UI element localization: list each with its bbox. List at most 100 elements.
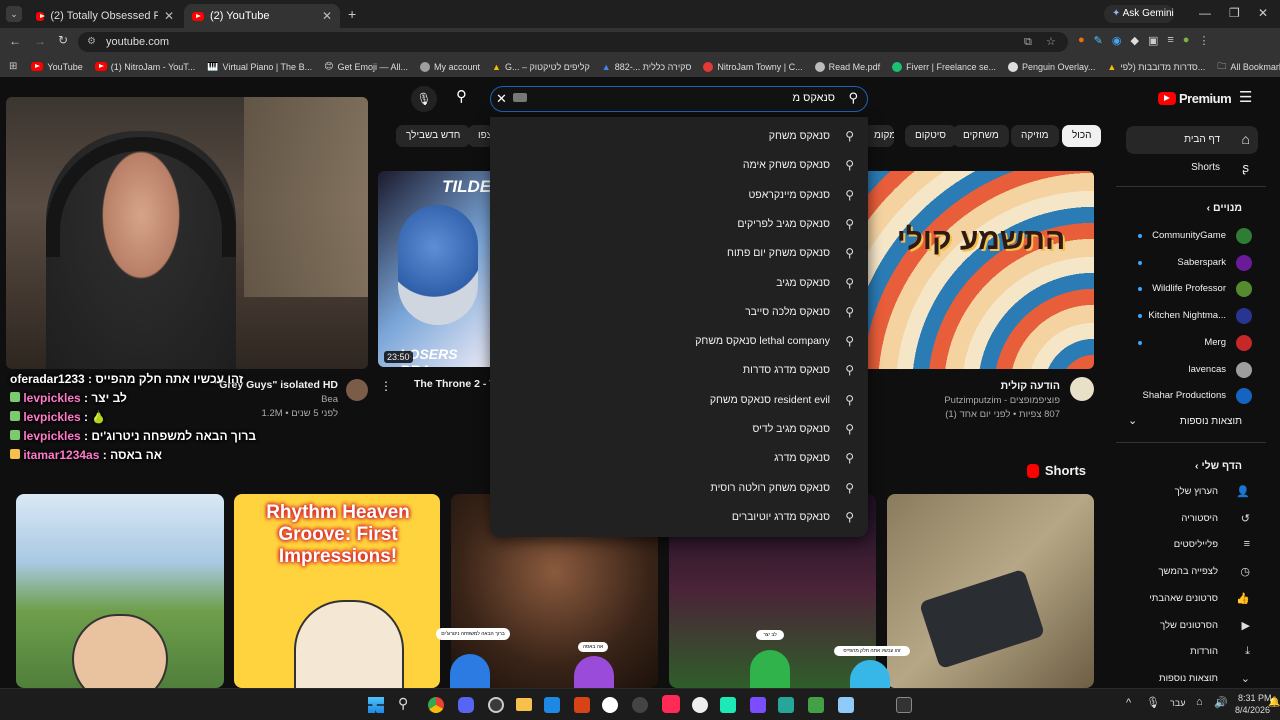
app-taskbar-icon[interactable]: [574, 697, 590, 713]
search-button[interactable]: ⚲: [456, 87, 467, 105]
search-suggestion[interactable]: סנאקס משחק אימה ⚲: [490, 154, 868, 180]
extension-diamond-icon[interactable]: ◆: [1130, 34, 1138, 47]
back-icon[interactable]: ←: [9, 34, 21, 48]
chip-sitcom[interactable]: סיטקום: [905, 125, 956, 147]
app-taskbar-icon[interactable]: [838, 697, 854, 713]
guide-item-home[interactable]: ⌂ דף הבית: [1126, 126, 1258, 154]
bookmark-overview[interactable]: ▲ 882-... סקירה כללית: [602, 62, 692, 72]
you-item[interactable]: הורדות ⤓: [1126, 642, 1258, 664]
subscription-item[interactable]: Saberspark: [1126, 253, 1258, 275]
bookmark-my-account[interactable]: My account: [420, 61, 480, 72]
app-taskbar-icon[interactable]: [720, 697, 736, 713]
extension-orange-icon[interactable]: ●: [1078, 34, 1085, 47]
subscriptions-header[interactable]: מנויים ›: [1207, 202, 1242, 214]
app-taskbar-icon[interactable]: [692, 697, 708, 713]
you-item[interactable]: היסטוריה ↺: [1126, 509, 1258, 531]
bookmark-get-emoji[interactable]: 😊 Get Emoji — All...: [324, 61, 408, 72]
address-bar[interactable]: ⚙ youtube.com ⧉ ☆: [78, 32, 1068, 52]
search-suggestion[interactable]: סנאקס משחק ⚲: [490, 125, 868, 151]
search-suggestion[interactable]: סנאקס מגיב ⚲: [490, 272, 868, 298]
bookmark-youtube[interactable]: YouTube: [31, 62, 83, 72]
bookmark-penguin[interactable]: Penguin Overlay...: [1008, 61, 1095, 72]
bookmark-series[interactable]: ▲ סדרות מדובבות (לפי...: [1107, 62, 1205, 72]
you-item[interactable]: סרטונים שאהבתי 👍: [1126, 589, 1258, 611]
search-suggestion[interactable]: סנאקס מדרג יוטיוברים ⚲: [490, 506, 868, 532]
search-suggestion[interactable]: סנאקס מגיב לדיס ⚲: [490, 418, 868, 444]
tab-pacman[interactable]: (2) Totally Obsessed Pac-Man - ✕: [28, 4, 182, 28]
tab-search-button[interactable]: ⌄: [6, 6, 22, 22]
voice-search-button[interactable]: 🎙: [411, 86, 437, 112]
tray-chevron-icon[interactable]: ^: [1126, 697, 1131, 709]
app-taskbar-icon[interactable]: [602, 697, 618, 713]
search-suggestion[interactable]: סנאקס מדרג ⚲: [490, 447, 868, 473]
you-header[interactable]: הדף שלי ›: [1195, 460, 1242, 472]
show-more-subs[interactable]: תוצאות נוספות: [1180, 416, 1242, 427]
close-tab-icon[interactable]: ✕: [164, 9, 174, 23]
app-taskbar-icon[interactable]: [750, 697, 766, 713]
search-suggestion[interactable]: סנאקס משחק יום פתוח ⚲: [490, 242, 868, 268]
install-icon[interactable]: ⧉: [1024, 32, 1032, 52]
you-item[interactable]: הסרטונים שלך ▶: [1126, 616, 1258, 638]
short-card[interactable]: [16, 494, 224, 688]
guide-menu-icon[interactable]: ☰: [1239, 88, 1252, 106]
subscription-item[interactable]: Shahar Productions: [1126, 386, 1258, 408]
video-card[interactable]: התשמע קולי הודעה קולית פוציפמופצים - Put…: [868, 171, 1096, 421]
clear-search-icon[interactable]: ✕: [496, 91, 507, 107]
apps-grid-icon[interactable]: ⊞: [9, 61, 17, 72]
search-box[interactable]: ✕ סנאקס מ ⚲: [490, 86, 868, 112]
bookmark-fiverr[interactable]: Fiverr | Freelance se...: [892, 61, 996, 72]
youtube-premium-logo[interactable]: Premium: [1158, 91, 1232, 106]
discord-taskbar-icon[interactable]: [458, 697, 474, 713]
you-item[interactable]: הערוץ שלך 👤: [1126, 482, 1258, 504]
subscription-item[interactable]: Merg: [1126, 333, 1258, 355]
search-suggestion[interactable]: סנאקס מדרג סדרות ⚲: [490, 359, 868, 385]
app-taskbar-icon[interactable]: [632, 697, 648, 713]
bookmark-readme[interactable]: Read Me.pdf: [814, 61, 880, 72]
bookmark-star-icon[interactable]: ☆: [1046, 32, 1056, 52]
chip-games[interactable]: משחקים: [953, 125, 1009, 147]
tiktok-taskbar-icon[interactable]: [662, 695, 680, 713]
chip-new-for-you[interactable]: חדש בשבילך: [396, 125, 471, 147]
tab-youtube[interactable]: (2) YouTube ✕: [184, 4, 340, 28]
file-explorer-icon[interactable]: [516, 698, 532, 711]
app-taskbar-icon[interactable]: [778, 697, 794, 713]
start-button-icon[interactable]: [368, 697, 384, 713]
subscription-item[interactable]: Wildlife Professor: [1126, 279, 1258, 301]
tab-groups-icon[interactable]: ≡: [1167, 34, 1173, 47]
keyboard-icon[interactable]: [513, 93, 527, 102]
search-suggestion[interactable]: סנאקס מגיב לפריקים ⚲: [490, 213, 868, 239]
guide-item-shorts[interactable]: ʂ Shorts: [1126, 156, 1258, 182]
minimize-icon[interactable]: —: [1199, 6, 1211, 20]
browser-menu-icon[interactable]: ⋮: [1198, 34, 1209, 47]
search-suggestion[interactable]: resident evil סנאקס משחק ⚲: [490, 389, 868, 415]
network-icon[interactable]: ⌂: [1196, 696, 1203, 708]
clock-date[interactable]: 8/4/2026: [1235, 705, 1270, 715]
bookmark-nitrojam[interactable]: (1) NitroJam - YouT...: [94, 62, 195, 72]
subscription-item[interactable]: CommunityGame: [1126, 226, 1258, 248]
taskbar-search-icon[interactable]: ⚲: [398, 695, 408, 712]
terminal-taskbar-icon[interactable]: [896, 697, 912, 713]
chip-all[interactable]: הכול: [1062, 125, 1102, 147]
keyboard-language[interactable]: עבר: [1170, 698, 1185, 708]
clock-time[interactable]: 8:31 PM: [1238, 693, 1272, 703]
close-tab-icon[interactable]: ✕: [322, 9, 332, 23]
obs-taskbar-icon[interactable]: [488, 697, 504, 713]
forward-icon[interactable]: →: [34, 34, 46, 48]
extensions-puzzle-icon[interactable]: ▣: [1148, 34, 1158, 47]
search-suggestion[interactable]: lethal company סנאקס משחק ⚲: [490, 330, 868, 356]
close-window-icon[interactable]: ✕: [1258, 6, 1268, 20]
microphone-tray-icon[interactable]: 🎙: [1146, 696, 1160, 709]
search-suggestion[interactable]: סנאקס מיינקראפט ⚲: [490, 184, 868, 210]
bookmark-tiktok-clips[interactable]: ▲ G... – קליפים לטיקטוק: [492, 62, 590, 72]
chip-music[interactable]: מוזיקה: [1011, 125, 1059, 147]
search-suggestion[interactable]: סנאקס מלכה סייבר ⚲: [490, 301, 868, 327]
you-item[interactable]: לצפייה בהמשך ◷: [1126, 562, 1258, 584]
chip-local[interactable]: מקומ: [864, 125, 894, 147]
you-item[interactable]: פלייליסטים ≡: [1126, 535, 1258, 557]
notification-bell-icon[interactable]: 🔔: [1268, 697, 1280, 708]
reload-icon[interactable]: ↻: [58, 33, 68, 47]
volume-icon[interactable]: 🔊: [1214, 696, 1228, 709]
search-suggestion[interactable]: סנאקס משחק רולטה רוסית ⚲: [490, 477, 868, 503]
bookmark-towny[interactable]: NitroJam Towny | C...: [703, 61, 803, 72]
chevron-down-icon[interactable]: ⌄: [1128, 414, 1137, 427]
